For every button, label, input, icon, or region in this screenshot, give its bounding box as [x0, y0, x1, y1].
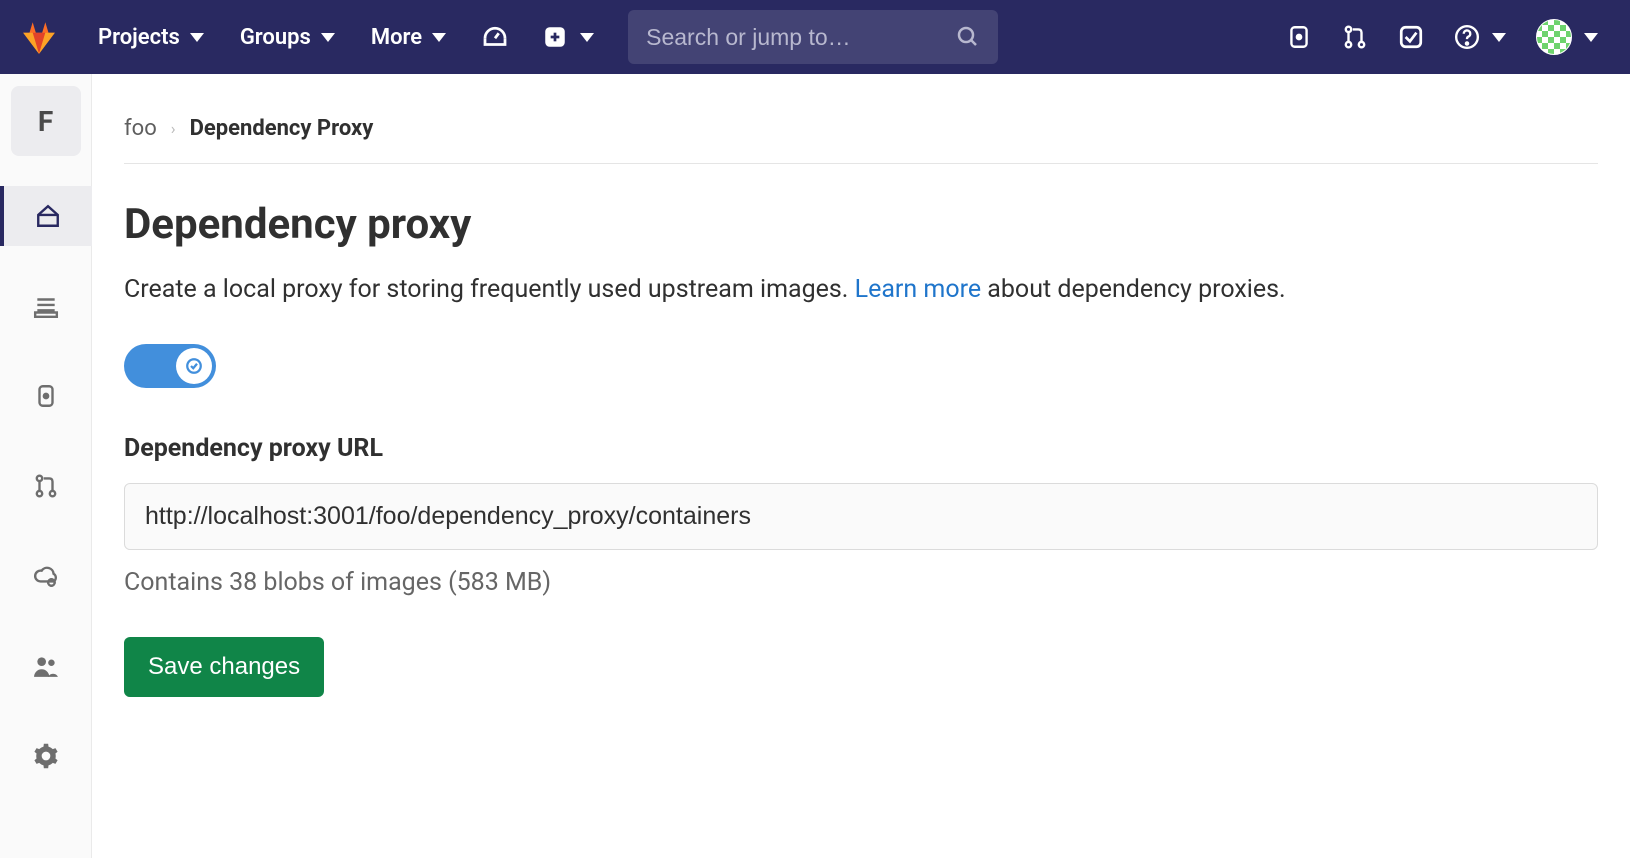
- nav-merge-requests-icon[interactable]: [1330, 16, 1380, 58]
- sidebar-group-tile[interactable]: F: [11, 86, 81, 156]
- nav-groups-label: Groups: [240, 25, 311, 50]
- nav-user-menu[interactable]: [1524, 11, 1610, 63]
- nav-more-label: More: [371, 25, 422, 50]
- nav-create-new[interactable]: [530, 16, 606, 58]
- blob-info-text: Contains 38 blobs of images (583 MB): [124, 568, 1598, 597]
- sidebar-item-merge-requests[interactable]: [0, 456, 92, 516]
- breadcrumb-separator: ›: [171, 119, 176, 138]
- nav-issues-icon[interactable]: [1274, 16, 1324, 58]
- group-initial: F: [38, 105, 53, 138]
- chevron-down-icon: [321, 33, 335, 42]
- avatar: [1536, 19, 1572, 55]
- proxy-url-field[interactable]: [124, 483, 1598, 550]
- epics-icon: [33, 293, 59, 319]
- page-title: Dependency proxy: [124, 200, 1598, 249]
- breadcrumb: foo › Dependency Proxy: [124, 98, 1598, 164]
- check-icon: [185, 357, 203, 375]
- gear-icon: [33, 743, 59, 769]
- desc-text-after: about dependency proxies.: [981, 275, 1286, 304]
- search-input[interactable]: [646, 24, 956, 51]
- learn-more-link[interactable]: Learn more: [855, 275, 981, 304]
- toggle-knob: [176, 348, 212, 384]
- chevron-down-icon: [1492, 33, 1506, 42]
- url-field-label: Dependency proxy URL: [124, 434, 1598, 463]
- search-box[interactable]: [628, 10, 998, 64]
- sidebar-item-issues[interactable]: [0, 366, 92, 426]
- sidebar: F: [0, 74, 92, 858]
- nav-groups[interactable]: Groups: [226, 17, 349, 58]
- merge-request-icon: [33, 473, 59, 499]
- sidebar-item-settings[interactable]: [0, 726, 92, 786]
- nav-more[interactable]: More: [357, 17, 460, 58]
- top-navbar: Projects Groups More: [0, 0, 1630, 74]
- sidebar-item-overview[interactable]: [0, 186, 92, 246]
- main-content: foo › Dependency Proxy Dependency proxy …: [92, 74, 1630, 858]
- enable-proxy-toggle[interactable]: [124, 344, 216, 388]
- page-description: Create a local proxy for storing frequen…: [124, 271, 1324, 310]
- nav-todos-icon[interactable]: [1386, 16, 1436, 58]
- sidebar-item-members[interactable]: [0, 636, 92, 696]
- sidebar-item-epics[interactable]: [0, 276, 92, 336]
- breadcrumb-group[interactable]: foo: [124, 116, 157, 141]
- search-icon: [956, 25, 980, 49]
- nav-dashboard-icon[interactable]: [468, 14, 522, 60]
- breadcrumb-current: Dependency Proxy: [190, 116, 374, 141]
- chevron-down-icon: [1584, 33, 1598, 42]
- chevron-down-icon: [190, 33, 204, 42]
- nav-projects-label: Projects: [98, 25, 180, 50]
- chevron-down-icon: [580, 33, 594, 42]
- nav-help-icon[interactable]: [1442, 16, 1518, 58]
- nav-projects[interactable]: Projects: [84, 17, 218, 58]
- gitlab-logo[interactable]: [20, 18, 58, 56]
- sidebar-item-kubernetes[interactable]: [0, 546, 92, 606]
- desc-text-before: Create a local proxy for storing frequen…: [124, 275, 855, 304]
- issues-icon: [33, 383, 59, 409]
- chevron-down-icon: [432, 33, 446, 42]
- home-icon: [35, 203, 61, 229]
- cloud-gear-icon: [33, 563, 59, 589]
- members-icon: [33, 653, 59, 679]
- save-button[interactable]: Save changes: [124, 637, 324, 697]
